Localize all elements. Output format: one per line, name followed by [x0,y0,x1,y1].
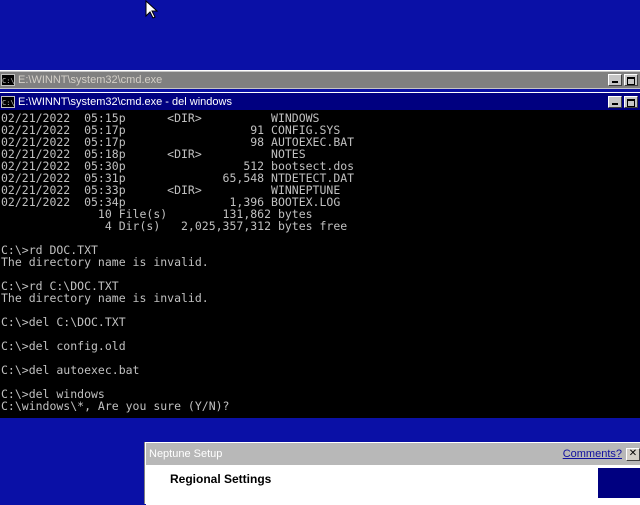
background-window-title: E:\WINNT\system32\cmd.exe [18,74,163,86]
console-line: C:\windows\*, Are you sure (Y/N)? [1,399,230,413]
dialog-title: Neptune Setup [149,448,223,460]
cmd-app-icon: C:\ [1,74,15,86]
dialog-body: Regional Settings [146,465,640,505]
active-window-titlebar[interactable]: C:\ E:\WINNT\system32\cmd.exe - del wind… [0,93,640,110]
mouse-pointer-icon [145,0,159,20]
console-line: The directory name is invalid. [1,255,209,269]
dialog-titlebar[interactable]: Neptune Setup Comments? ✕ [146,443,640,465]
section-heading: Regional Settings [170,472,272,486]
comments-link[interactable]: Comments? [563,448,622,460]
background-cmd-window[interactable]: C:\ E:\WINNT\system32\cmd.exe [0,70,640,89]
console-line: C:\>del C:\DOC.TXT [1,315,126,329]
cmd-app-icon: C:\ [1,95,15,108]
active-window-title: E:\WINNT\system32\cmd.exe - del windows [18,95,232,108]
neptune-setup-dialog[interactable]: Neptune Setup Comments? ✕ Regional Setti… [145,442,640,505]
close-icon[interactable]: ✕ [626,447,640,461]
console-output[interactable]: 02/21/2022 05:15p <DIR> WINDOWS 02/21/202… [0,112,640,418]
console-line: 4 Dir(s) 2,025,357,312 bytes free [1,219,348,233]
console-line: C:\>del config.old [1,339,126,353]
background-window-titlebar[interactable]: C:\ E:\WINNT\system32\cmd.exe [0,72,640,88]
banner-image [598,468,640,498]
console-line: C:\>del autoexec.bat [1,363,140,377]
console-line: The directory name is invalid. [1,291,209,305]
active-cmd-window[interactable]: C:\ E:\WINNT\system32\cmd.exe - del wind… [0,92,640,418]
minimize-button[interactable] [608,95,622,108]
maximize-button[interactable] [624,95,638,108]
minimize-button[interactable] [608,74,622,86]
maximize-button[interactable] [624,74,638,86]
